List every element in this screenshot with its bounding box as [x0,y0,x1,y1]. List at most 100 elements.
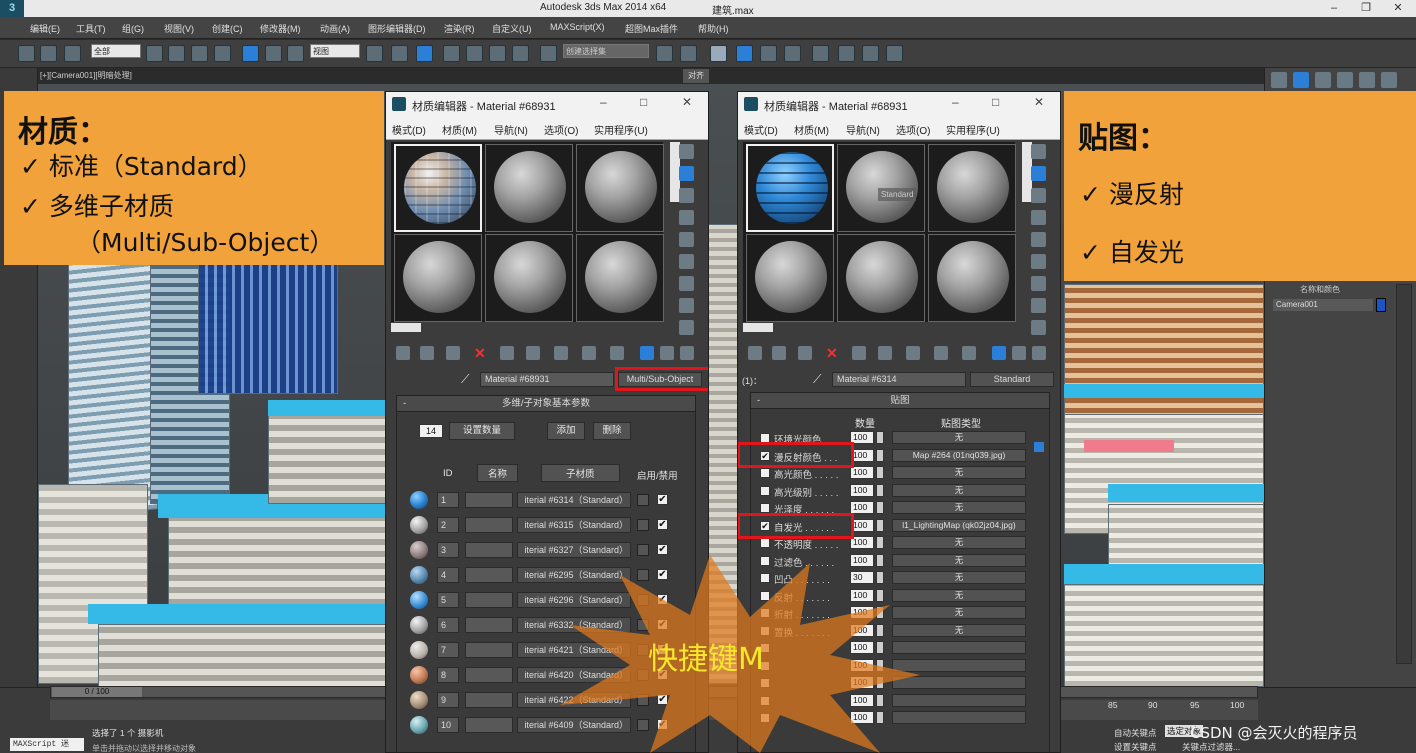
minimize-icon[interactable]: – [600,95,607,109]
collapse-icon[interactable]: - [403,396,406,412]
id-field[interactable]: 3 [437,542,459,558]
map-slot-button[interactable]: 无 [892,623,1026,637]
map-slot-button[interactable]: 无 [892,553,1026,567]
put-to-scene-icon[interactable] [420,346,434,360]
material-name-field[interactable]: Material #6314 [832,372,966,387]
close-icon[interactable]: ✕ [682,95,692,109]
pick-material-icon[interactable]: ⟋ [461,372,473,386]
name-field[interactable] [465,617,513,633]
id-field[interactable]: 10 [437,717,459,733]
copy-material-icon[interactable] [852,346,866,360]
name-field[interactable] [465,667,513,683]
command-panel-scrollbar[interactable] [1396,284,1412,664]
video-color-icon[interactable] [1031,232,1046,247]
enable-checkbox[interactable]: ✔ [657,594,668,605]
color-swatch[interactable] [637,494,649,506]
uv-tiling-icon[interactable] [679,210,694,225]
name-field[interactable] [465,692,513,708]
menu-material[interactable]: 材质(M) [794,122,829,137]
get-material-icon[interactable] [396,346,410,360]
material-type-button[interactable]: Standard [970,372,1054,387]
enable-checkbox[interactable]: ✔ [657,619,668,630]
map-row[interactable]: 折射 . . . . . . . 100 无 [750,605,1050,621]
map-slot-button[interactable]: 无 [892,431,1026,444]
menu-edit[interactable]: 编辑(E) [30,22,60,35]
menu-maxscript[interactable]: MAXScript(X) [550,22,605,32]
map-slot-button[interactable]: 无 [892,606,1026,619]
submaterial-row[interactable]: 2 iterial #6315（Standard） ✔ [407,513,692,537]
close-button[interactable]: ✕ [1382,0,1414,17]
amount-spinner[interactable] [876,641,884,654]
submaterial-button[interactable]: iterial #6332（Standard） [517,617,631,633]
navigator-icon[interactable] [679,320,694,335]
map-slot-button[interactable]: 无 [892,571,1026,584]
reset-map-icon[interactable]: ✕ [826,346,840,360]
submaterial-button[interactable]: iterial #6409（Standard） [517,717,631,733]
modify-tab-icon[interactable] [1293,72,1309,88]
name-field[interactable] [465,517,513,533]
map-amount-field[interactable]: 100 [850,606,874,619]
selection-filter-dropdown[interactable]: 全部 [91,44,141,58]
options-icon[interactable] [679,276,694,291]
menu-plugin[interactable]: 超图Max插件 [625,22,678,35]
id-field[interactable]: 7 [437,642,459,658]
color-swatch[interactable] [637,694,649,706]
map-amount-field[interactable]: 100 [850,588,874,602]
enable-checkbox[interactable]: ✔ [657,694,668,705]
set-number-button[interactable]: 设置数量 [449,422,515,440]
map-enable-checkbox[interactable] [760,485,770,496]
menu-options[interactable]: 选项(O) [896,122,930,137]
layer-manager-icon[interactable] [710,45,727,62]
assign-to-selection-icon[interactable] [798,346,812,360]
background-icon[interactable] [1031,188,1046,203]
background-icon[interactable] [679,188,694,203]
utilities-tab-icon[interactable] [1381,72,1397,88]
snap-icon[interactable] [443,45,460,62]
minimize-button[interactable]: – [1318,0,1350,17]
enable-checkbox[interactable]: ✔ [657,519,668,530]
maximize-icon[interactable]: □ [992,95,999,109]
slots-hscroll[interactable] [743,323,773,332]
editor-titlebar[interactable]: 材质编辑器 - Material #68931 – □ ✕ [386,92,708,116]
uv-tiling-icon[interactable] [1031,210,1046,225]
map-amount-field[interactable]: 100 [850,676,874,689]
submaterial-button[interactable]: iterial #6422（Standard） [517,692,631,708]
show-end-result-icon[interactable] [992,346,1006,360]
submaterial-button[interactable]: iterial #6315（Standard） [517,517,631,533]
map-amount-field[interactable]: 100 [850,483,874,497]
menu-modes[interactable]: 模式(D) [744,122,778,137]
go-forward-sibling-icon[interactable] [680,346,694,360]
show-map-icon[interactable] [962,346,976,360]
go-forward-sibling-icon[interactable] [1032,346,1046,360]
enable-checkbox[interactable]: ✔ [657,544,668,555]
move-icon[interactable] [242,45,259,62]
name-field[interactable] [465,592,513,608]
map-slot-button[interactable]: 无 [892,483,1026,497]
rendered-frame-icon[interactable] [862,45,879,62]
map-enable-checkbox[interactable] [760,695,770,706]
minimize-icon[interactable]: – [952,95,959,109]
link-icon[interactable] [64,45,81,62]
map-row[interactable]: 100 [750,640,1050,656]
color-swatch[interactable] [637,544,649,556]
map-enable-checkbox[interactable] [760,503,770,513]
scene-explorer-icon[interactable] [736,45,753,62]
enable-checkbox[interactable]: ✔ [657,569,668,580]
map-slot-button[interactable]: 无 [892,466,1026,479]
submaterial-button[interactable]: iterial #6421（Standard） [517,642,631,658]
map-row[interactable]: 100 [750,675,1050,691]
map-slot-button[interactable] [892,693,1026,707]
submaterial-row[interactable]: 5 iterial #6296（Standard） ✔ [407,588,692,612]
show-map-icon[interactable] [610,346,624,360]
backlight-icon[interactable] [1031,166,1046,181]
scale-icon[interactable] [287,45,304,62]
add-button[interactable]: 添加 [547,422,585,440]
select-by-material-icon[interactable] [679,298,694,313]
map-row[interactable]: 置换 . . . . . . . 100 无 [750,623,1050,639]
menu-modifiers[interactable]: 修改器(M) [260,22,301,35]
map-enable-checkbox[interactable] [760,555,770,566]
make-preview-icon[interactable] [1031,254,1046,269]
color-swatch[interactable] [637,519,649,531]
submaterial-button[interactable]: iterial #6420（Standard） [517,667,631,683]
display-tab-icon[interactable] [1359,72,1375,88]
